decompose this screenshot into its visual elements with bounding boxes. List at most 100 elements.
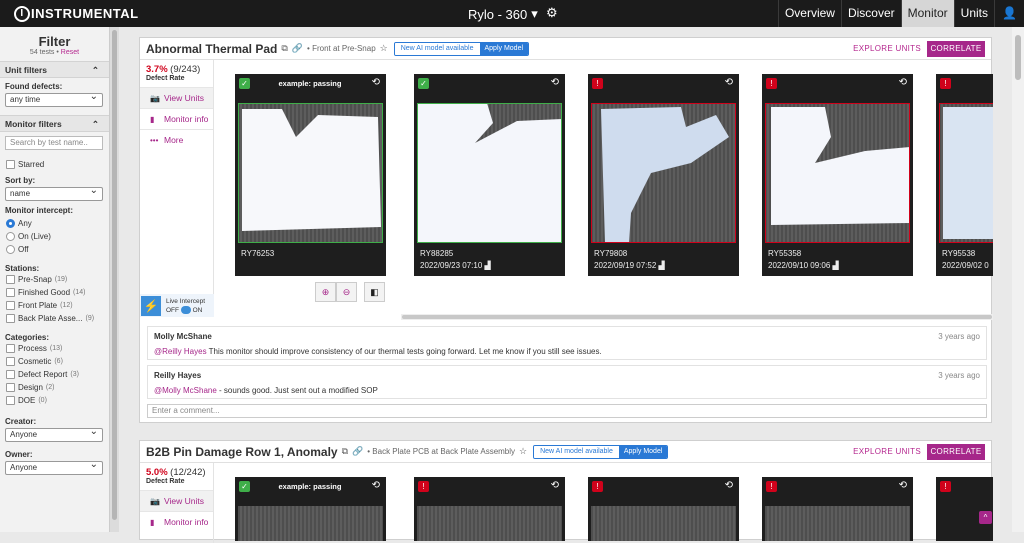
unit-thumbnail[interactable]: ! ⟲ — [588, 477, 739, 541]
link-icon[interactable]: 🔗 — [292, 43, 303, 54]
contrast-icon[interactable]: ◧ — [364, 282, 385, 302]
monitor-filters-header[interactable]: Monitor filters ⌃ — [0, 115, 109, 132]
check-icon: ✓ — [418, 78, 429, 89]
intercept-on[interactable]: On (Live) — [0, 230, 109, 243]
nav-units[interactable]: Units — [953, 0, 994, 27]
thumbnail-scrollbar[interactable] — [401, 314, 993, 320]
category-checkbox[interactable]: Design (2) — [0, 381, 109, 394]
help-icon[interactable]: ^ — [979, 511, 992, 524]
user-icon[interactable]: 👤 — [994, 0, 1024, 27]
history-icon[interactable]: ⟲ — [725, 77, 733, 88]
gear-icon[interactable]: ⚙ — [546, 5, 558, 21]
history-icon[interactable]: ⟲ — [725, 480, 733, 491]
monitor-info-link[interactable]: ▮ Monitor info — [140, 511, 213, 532]
example-thumbnail[interactable]: ✓ example: passing ⟲ RY76253 — [235, 74, 386, 276]
apply-model-button[interactable]: Apply Model — [479, 42, 529, 55]
starred-checkbox[interactable]: Starred — [0, 158, 109, 171]
unit-label: RY55358 2022/09/10 09:06 ▟ — [768, 248, 839, 272]
intercept-any[interactable]: Any — [0, 217, 109, 230]
star-icon[interactable]: ☆ — [380, 43, 388, 54]
unit-label: RY88285 2022/09/23 07:10 ▟ — [420, 248, 491, 272]
history-icon[interactable]: ⟲ — [899, 480, 907, 491]
history-icon[interactable]: ⟲ — [551, 480, 559, 491]
reset-link[interactable]: Reset — [61, 49, 79, 56]
history-icon[interactable]: ⟲ — [372, 480, 380, 491]
station-checkbox[interactable]: Pre-Snap (19) — [0, 273, 109, 286]
unit-thumbnail[interactable]: ! ⟲ — [762, 477, 913, 541]
view-units-link[interactable]: 📷 View Units — [140, 87, 213, 108]
view-units-link[interactable]: 📷 View Units — [140, 490, 213, 511]
history-icon[interactable]: ⟲ — [551, 77, 559, 88]
ai-model-banner: New AI model available Apply Model — [533, 444, 669, 459]
scroll-thumb[interactable] — [1015, 35, 1021, 80]
main-scrollbar[interactable] — [1012, 27, 1024, 532]
unit-thumbnail[interactable]: ! ⟲ RY55358 2022/09/10 09:06 ▟ — [762, 74, 913, 276]
monitor-title[interactable]: B2B Pin Damage Row 1, Anomaly — [146, 445, 338, 459]
checkbox-icon — [6, 275, 15, 284]
comment-input[interactable]: Enter a comment... — [147, 404, 987, 418]
unit-thumbnail[interactable]: ! ⟲ RY79808 2022/09/19 07:52 ▟ — [588, 74, 739, 276]
on-label: ON — [192, 306, 203, 314]
owner-label: Owner: — [5, 450, 33, 459]
live-intercept[interactable]: ⚡ Live Intercept OFF ON — [140, 294, 214, 317]
unit-thumbnail[interactable]: ! ⟲ — [414, 477, 565, 541]
warning-icon: ! — [940, 78, 951, 89]
external-link-icon[interactable]: ⧉ — [281, 43, 287, 54]
bar-chart-icon: ▮ — [150, 517, 155, 527]
explore-units-link[interactable]: EXPLORE UNITS — [853, 44, 921, 53]
station-checkbox[interactable]: Finished Good (14) — [0, 286, 109, 299]
nav-overview[interactable]: Overview — [777, 0, 841, 27]
sidebar-scrollbar[interactable] — [110, 27, 119, 532]
explore-units-link[interactable]: EXPLORE UNITS — [853, 447, 921, 456]
station-checkbox[interactable]: Back Plate Asse... (9) — [0, 312, 109, 325]
unit-image — [238, 506, 383, 541]
project-selector[interactable]: Rylo - 360 ▾ — [468, 6, 538, 22]
category-name: Defect Report — [18, 370, 68, 379]
owner-select[interactable]: Anyone — [5, 459, 103, 475]
found-defects-select[interactable]: any time — [5, 91, 103, 107]
station-checkbox[interactable]: Front Plate (12) — [0, 299, 109, 312]
nav-discover[interactable]: Discover — [840, 0, 901, 27]
search-input[interactable]: Search by test name.. — [5, 136, 103, 150]
more-link[interactable]: ••• More — [140, 129, 213, 150]
chart-icon: ▟ — [658, 261, 665, 270]
unit-thumbnail[interactable]: ✓ ⟲ RY88285 2022/09/23 07:10 ▟ — [414, 74, 565, 276]
example-thumbnail[interactable]: ✓ example: passing ⟲ — [235, 477, 386, 541]
category-checkbox[interactable]: DOE (0) — [0, 394, 109, 407]
mention-link[interactable]: @Molly McShane — [154, 386, 217, 395]
unit-filters-header[interactable]: Unit filters ⌃ — [0, 61, 109, 78]
category-checkbox[interactable]: Defect Report (3) — [0, 368, 109, 381]
external-link-icon[interactable]: ⧉ — [342, 446, 348, 457]
star-icon[interactable]: ☆ — [519, 446, 527, 457]
unit-id: RY95538 — [942, 249, 976, 258]
unit-thumbnail[interactable]: ! RY95538 2022/09/02 0 — [936, 74, 993, 276]
category-checkbox[interactable]: Cosmetic (6) — [0, 355, 109, 368]
nav-monitor[interactable]: Monitor — [900, 0, 954, 27]
scroll-thumb[interactable] — [112, 30, 117, 520]
zoom-out-icon[interactable]: ⊖ — [336, 282, 357, 302]
correlate-button[interactable]: CORRELATE — [927, 41, 985, 57]
unit-id: RY76253 — [241, 249, 275, 258]
mention-link[interactable]: @Reilly Hayes — [154, 347, 207, 356]
monitor-title[interactable]: Abnormal Thermal Pad — [146, 42, 277, 56]
apply-model-button[interactable]: Apply Model — [618, 445, 668, 458]
link-label: View Units — [164, 93, 204, 103]
zoom-in-icon[interactable]: ⊕ — [315, 282, 336, 302]
history-icon[interactable]: ⟲ — [899, 77, 907, 88]
unit-thumbnail[interactable]: ! — [936, 477, 993, 541]
link-icon[interactable]: 🔗 — [352, 446, 363, 457]
history-icon[interactable]: ⟲ — [372, 77, 380, 88]
unit-label: RY79808 2022/09/19 07:52 ▟ — [594, 248, 665, 272]
comment: Molly McShane 3 years ago @Reilly Hayes … — [147, 326, 987, 360]
intercept-off[interactable]: Off — [0, 243, 109, 256]
sort-by-select[interactable]: name — [5, 185, 103, 201]
creator-select[interactable]: Anyone — [5, 426, 103, 442]
monitor-info-link[interactable]: ▮ Monitor info — [140, 108, 213, 129]
category-checkbox[interactable]: Process (13) — [0, 342, 109, 355]
station-count: (12) — [60, 302, 73, 309]
correlate-button[interactable]: CORRELATE — [927, 444, 985, 460]
unit-image — [417, 506, 562, 541]
scroll-thumb[interactable] — [402, 315, 992, 319]
instrumental-logo[interactable]: I INSTRUMENTAL — [14, 5, 139, 22]
toggle-switch[interactable] — [180, 305, 191, 314]
